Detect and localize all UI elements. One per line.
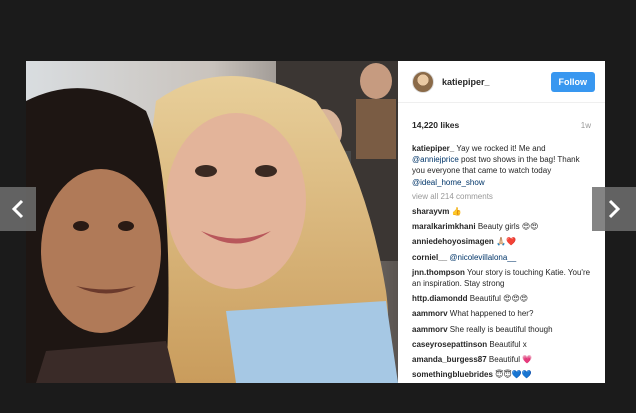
- timestamp[interactable]: 1w: [581, 121, 591, 130]
- comment-user[interactable]: aammorv: [412, 309, 448, 318]
- post-photo[interactable]: [26, 61, 398, 383]
- comment-text: Beauty girls: [475, 222, 522, 232]
- post-header: katiepiper_ Follow: [398, 61, 605, 103]
- comments-section: katiepiper_ Yay we rocked it! Me and @an…: [398, 130, 605, 380]
- comment-emoji: 👍: [451, 207, 462, 217]
- comment-item: aammorv What happened to her?: [412, 308, 591, 319]
- comment-user[interactable]: amanda_burgess87: [412, 355, 487, 364]
- comment-user[interactable]: aammorv: [412, 325, 448, 334]
- caption-user[interactable]: katiepiper_: [412, 144, 454, 153]
- comment-text: Beautiful x: [487, 339, 527, 349]
- comment-user[interactable]: somethingbluebrides: [412, 370, 493, 379]
- comment-text: Beautiful: [467, 294, 504, 304]
- comment-user[interactable]: caseyrosepattinson: [412, 340, 487, 349]
- comment-item: anniedehoyosimagen 🙏🏼❤️: [412, 236, 591, 247]
- comment-item: sharayvm 👍: [412, 206, 591, 217]
- caption-text-1: Yay we rocked it! Me and: [454, 144, 546, 153]
- comment-user[interactable]: corniel__: [412, 253, 447, 262]
- comment-item: http.diamondd Beautiful 😍😍😍: [412, 293, 591, 304]
- post-panel: katiepiper_ Follow 14,220 likes 1w katie…: [398, 61, 605, 383]
- comment-item: caseyrosepattinson Beautiful x: [412, 339, 591, 350]
- comment-emoji: 💗: [522, 355, 533, 365]
- comment-emoji: 🙏🏼❤️: [496, 237, 516, 247]
- comment-text: She really is beautiful though: [447, 324, 553, 334]
- username[interactable]: katiepiper_: [442, 77, 551, 87]
- comment-item: somethingbluebrides 😇😇💙💙: [412, 369, 591, 380]
- comment-text: What happened to her?: [447, 309, 534, 319]
- comment-user[interactable]: maralkarimkhani: [412, 222, 476, 231]
- comment-user[interactable]: jnn.thompson: [412, 268, 465, 277]
- view-all-comments-link[interactable]: view all 214 comments: [412, 191, 591, 202]
- caption: katiepiper_ Yay we rocked it! Me and @an…: [412, 143, 591, 188]
- likes-row: 14,220 likes 1w: [398, 103, 605, 130]
- comment-item: jnn.thompson Your story is touching Kati…: [412, 267, 591, 289]
- caption-mention-2[interactable]: @ideal_home_show: [412, 178, 485, 187]
- comment-item: corniel__ @nicolevillalona__: [412, 252, 591, 263]
- likes-count[interactable]: 14,220 likes: [412, 120, 459, 130]
- comment-item: amanda_burgess87 Beautiful 💗: [412, 354, 591, 365]
- comment-item: maralkarimkhani Beauty girls 😍😍: [412, 221, 591, 232]
- avatar[interactable]: [412, 70, 434, 93]
- follow-button[interactable]: Follow: [550, 71, 595, 92]
- next-post-button[interactable]: [592, 187, 636, 231]
- comment-user[interactable]: sharayvm: [412, 207, 449, 216]
- comment-emoji: 😍😍😍: [503, 294, 529, 304]
- comment-item: aammorv She really is beautiful though: [412, 324, 591, 335]
- comment-emoji: 😍😍: [521, 222, 539, 232]
- previous-post-button[interactable]: [0, 187, 36, 231]
- caption-mention-1[interactable]: @anniejprice: [412, 155, 459, 164]
- comment-user[interactable]: http.diamondd: [412, 294, 468, 303]
- comment-emoji: 😇😇💙💙: [495, 370, 532, 380]
- comment-user[interactable]: anniedehoyosimagen: [412, 237, 494, 246]
- chevron-right-icon: [608, 199, 621, 219]
- comment-mention[interactable]: @nicolevillalona__: [449, 253, 516, 262]
- selfie-image: [26, 61, 398, 383]
- chevron-left-icon: [11, 199, 24, 219]
- comment-text: Beautiful: [486, 355, 523, 365]
